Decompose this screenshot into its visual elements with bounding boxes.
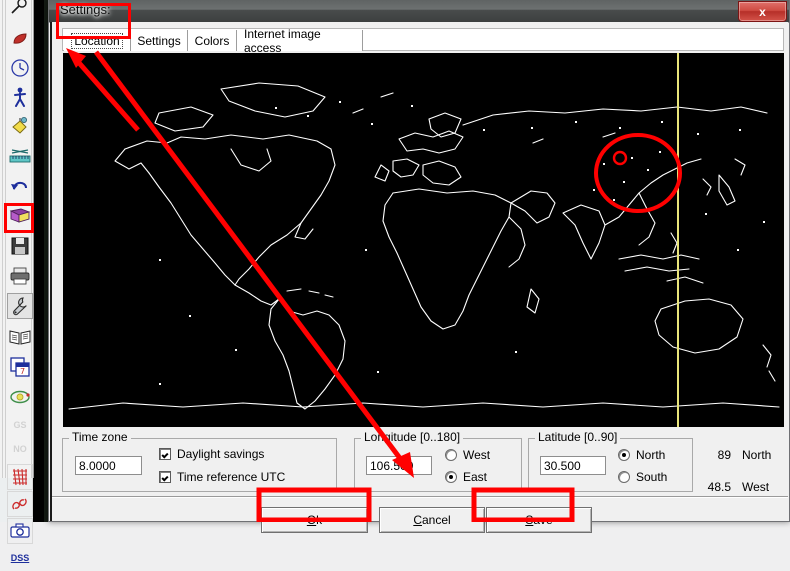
no-label-text: NO bbox=[13, 444, 27, 454]
save-disk-icon[interactable] bbox=[7, 233, 33, 259]
latitude-north-radio[interactable]: North bbox=[618, 448, 665, 462]
timezone-value: 8.0000 bbox=[79, 459, 116, 473]
book-purple-icon[interactable] bbox=[7, 203, 33, 229]
walking-person-icon[interactable] bbox=[7, 84, 33, 110]
ok-button[interactable]: Ok bbox=[261, 507, 368, 533]
cancel-button-label: Cancel bbox=[413, 513, 450, 527]
radio-icon[interactable] bbox=[618, 449, 630, 461]
latitude-south-radio[interactable]: South bbox=[618, 470, 667, 484]
tab-settings[interactable]: Settings bbox=[131, 30, 188, 51]
latitude-legend: Latitude [0..90] bbox=[535, 431, 621, 443]
cursor-readout-lat-hemisphere: North bbox=[742, 448, 772, 462]
svg-text:7: 7 bbox=[20, 367, 25, 376]
settings-dialog: Settings: x Location Settings Colors Int… bbox=[48, 0, 790, 533]
meridian-line bbox=[677, 53, 679, 427]
time-reference-utc-checkbox[interactable]: Time reference UTC bbox=[159, 470, 285, 484]
time-reference-utc-label: Time reference UTC bbox=[177, 470, 286, 484]
world-map-coastlines bbox=[63, 53, 784, 427]
tab-strip[interactable]: Location Settings Colors Internet image … bbox=[62, 27, 784, 55]
tab-location[interactable]: Location bbox=[64, 30, 131, 51]
cancel-button[interactable]: Cancel bbox=[379, 507, 485, 533]
longitude-value: 106.500 bbox=[370, 459, 414, 473]
ok-button-label: Ok bbox=[307, 513, 322, 527]
longitude-group: Longitude [0..180] 106.500 West East bbox=[354, 431, 522, 492]
dss-label-icon[interactable]: DSS bbox=[7, 545, 33, 571]
radio-icon[interactable] bbox=[618, 471, 630, 483]
longitude-east-radio[interactable]: East bbox=[445, 470, 487, 484]
leaf-icon[interactable] bbox=[7, 26, 33, 52]
cursor-readout-lat-value: 89 bbox=[717, 448, 731, 462]
toolbar-rail bbox=[2, 0, 3, 478]
latitude-value: 30.500 bbox=[544, 459, 581, 473]
save-button[interactable]: Save bbox=[486, 507, 592, 533]
world-map[interactable] bbox=[63, 53, 784, 427]
selected-location-marker bbox=[612, 150, 628, 166]
dss-label-text: DSS bbox=[10, 553, 30, 563]
undo-icon[interactable] bbox=[7, 173, 33, 199]
daylight-savings-label: Daylight savings bbox=[177, 447, 265, 461]
cursor-readout-lon-value: 48.5 bbox=[707, 480, 731, 494]
close-icon[interactable]: x bbox=[738, 1, 787, 22]
toolbar-rail bbox=[5, 0, 6, 478]
left-toolbar[interactable]: 7 GS NO DSS bbox=[0, 0, 34, 563]
close-label: x bbox=[759, 4, 766, 19]
latitude-group: Latitude [0..90] 30.500 North South bbox=[528, 431, 693, 492]
calendar-icon[interactable]: 7 bbox=[7, 354, 33, 380]
grid-red-icon[interactable] bbox=[7, 464, 33, 490]
timezone-group: Time zone 8.0000 Daylight savings Time r… bbox=[62, 431, 337, 492]
longitude-east-label: East bbox=[463, 470, 488, 484]
latitude-input[interactable]: 30.500 bbox=[540, 456, 606, 475]
tab-internet-image-access[interactable]: Internet image access bbox=[237, 27, 363, 55]
gs-label-icon: GS bbox=[7, 412, 33, 438]
checkbox-icon[interactable] bbox=[159, 471, 171, 483]
tab-internet-image-access-label: Internet image access bbox=[244, 26, 321, 55]
tab-colors[interactable]: Colors bbox=[188, 30, 237, 51]
longitude-legend: Longitude [0..180] bbox=[361, 431, 464, 443]
link-chain-icon[interactable] bbox=[7, 491, 33, 517]
save-button-label: Save bbox=[525, 513, 552, 527]
tab-colors-label: Colors bbox=[194, 33, 230, 48]
radio-icon[interactable] bbox=[445, 449, 457, 461]
longitude-west-label: West bbox=[463, 448, 491, 462]
separator bbox=[52, 497, 788, 498]
checkbox-icon[interactable] bbox=[159, 448, 171, 460]
paint-bucket-icon[interactable] bbox=[7, 113, 33, 139]
latitude-north-label: North bbox=[636, 448, 666, 462]
longitude-input[interactable]: 106.500 bbox=[366, 456, 432, 475]
latitude-south-label: South bbox=[636, 470, 668, 484]
tab-location-label: Location bbox=[71, 32, 123, 49]
daylight-savings-checkbox[interactable]: Daylight savings bbox=[159, 447, 264, 461]
timezone-legend: Time zone bbox=[69, 431, 131, 443]
cancel-accel: C bbox=[413, 513, 422, 527]
wrench-settings-icon[interactable] bbox=[7, 293, 33, 319]
no-label-icon: NO bbox=[7, 436, 33, 462]
dialog-title-bar[interactable]: Settings: x bbox=[49, 0, 789, 23]
orbit-icon[interactable] bbox=[7, 384, 33, 410]
tab-settings-label: Settings bbox=[137, 33, 181, 48]
dialog-title: Settings: bbox=[60, 2, 111, 17]
open-book-icon[interactable] bbox=[7, 324, 33, 350]
ok-accel: O bbox=[306, 513, 317, 527]
dialog-client-area: Location Settings Colors Internet image … bbox=[50, 22, 788, 533]
longitude-west-radio[interactable]: West bbox=[445, 448, 490, 462]
radio-icon[interactable] bbox=[445, 471, 457, 483]
ruler-icon[interactable] bbox=[7, 142, 33, 168]
timezone-input[interactable]: 8.0000 bbox=[75, 456, 142, 475]
save-rest: ave bbox=[533, 513, 553, 527]
gs-label-text: GS bbox=[13, 420, 27, 430]
ok-rest: k bbox=[316, 513, 323, 527]
clock-icon[interactable] bbox=[7, 55, 33, 81]
cancel-rest: ancel bbox=[421, 513, 451, 527]
print-icon[interactable] bbox=[7, 263, 33, 289]
location-form: Time zone 8.0000 Daylight savings Time r… bbox=[62, 431, 784, 494]
cursor-readout-lon-hemisphere: West bbox=[742, 480, 770, 494]
find-icon[interactable] bbox=[7, 0, 33, 20]
